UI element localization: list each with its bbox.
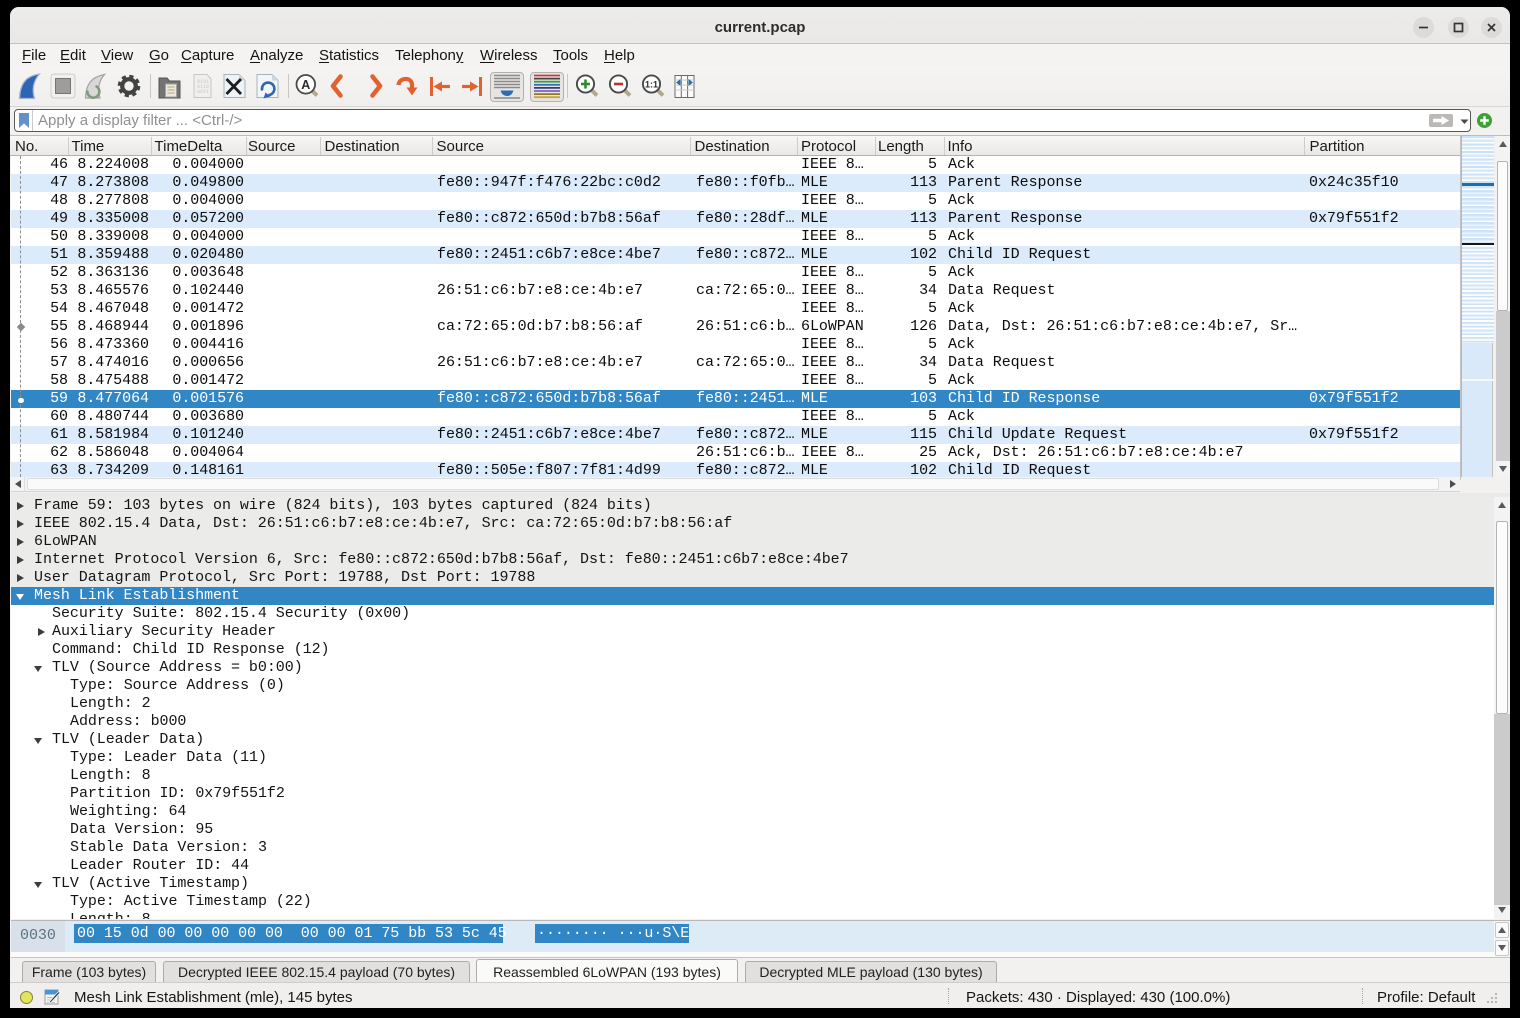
svg-text:A: A [301, 78, 310, 92]
svg-text:0011: 0011 [197, 89, 209, 95]
svg-text:1:1: 1:1 [645, 80, 658, 90]
